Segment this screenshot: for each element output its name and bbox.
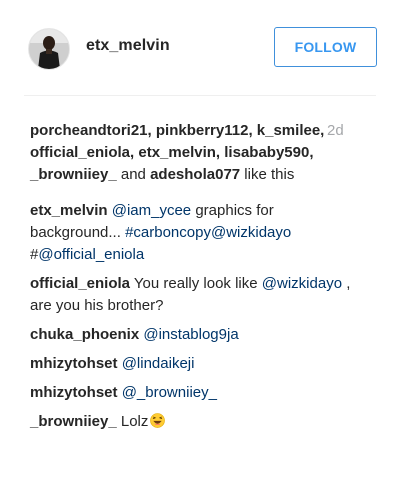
liker-username[interactable]: official_eniola (30, 144, 130, 161)
comment-item: mhizytohset @lindaikeji (30, 353, 360, 375)
liker-username[interactable]: _browniiey_ (30, 166, 117, 183)
likes-separator: , (320, 122, 325, 139)
comment-text: Lolz (116, 413, 149, 430)
header-username[interactable]: etx_melvin (86, 37, 170, 55)
mention-link[interactable]: @lindaikeji (122, 355, 195, 372)
comment-item: _browniiey_ Lolz (30, 411, 360, 433)
comment-username[interactable]: etx_melvin (30, 202, 108, 219)
mention-link[interactable]: @_browniiey_ (122, 384, 217, 401)
mention-link[interactable]: @wizkidayo (262, 275, 342, 292)
mention-link[interactable]: @wizkidayo (211, 224, 291, 241)
hashtag-link[interactable]: #carboncopy (125, 224, 211, 241)
likes-separator: , (248, 122, 257, 139)
header-divider (24, 95, 376, 96)
liker-username[interactable]: k_smilee (257, 122, 320, 139)
profile-photo-icon (29, 29, 69, 69)
likes-separator: , (215, 144, 225, 161)
mention-link[interactable]: @iam_ycee (112, 202, 191, 219)
comment-list: etx_melvin @iam_ycee graphics for backgr… (30, 200, 375, 433)
post-comments-area: porcheandtori21, pinkberry112, k_smilee,… (30, 120, 375, 440)
liker-username[interactable]: porcheandtori21 (30, 122, 148, 139)
comment-username[interactable]: official_eniola (30, 275, 130, 292)
comment-username[interactable]: mhizytohset (30, 355, 118, 372)
liker-username[interactable]: adeshola077 (150, 166, 240, 183)
comment-text: You really look like (130, 275, 262, 292)
likes-and-word: and (116, 166, 151, 183)
comment-item: etx_melvin @iam_ycee graphics for backgr… (30, 200, 360, 266)
mention-link[interactable]: @instablog9ja (143, 326, 238, 343)
follow-button[interactable]: FOLLOW (274, 27, 377, 67)
liker-username[interactable]: pinkberry112 (156, 122, 249, 139)
laughing-emoji (150, 413, 166, 428)
likes-separator: , (147, 122, 156, 139)
comment-item: official_eniola You really look like @wi… (30, 273, 360, 317)
post-header: etx_melvin FOLLOW (0, 0, 400, 96)
comment-item: chuka_phoenix @instablog9ja (30, 324, 360, 346)
comment-username[interactable]: mhizytohset (30, 384, 118, 401)
comment-username[interactable]: _browniiey_ (30, 413, 117, 430)
avatar[interactable] (28, 28, 70, 70)
likes-summary: porcheandtori21, pinkberry112, k_smilee,… (30, 120, 335, 186)
likes-separator: , (309, 144, 314, 161)
comment-item: mhizytohset @_browniiey_ (30, 382, 360, 404)
comment-username[interactable]: chuka_phoenix (30, 326, 139, 343)
mention-link[interactable]: @official_eniola (38, 246, 144, 263)
liker-username[interactable]: etx_melvin (138, 144, 216, 161)
liker-username[interactable]: lisababy590 (224, 144, 309, 161)
likes-suffix: like this (240, 166, 295, 183)
